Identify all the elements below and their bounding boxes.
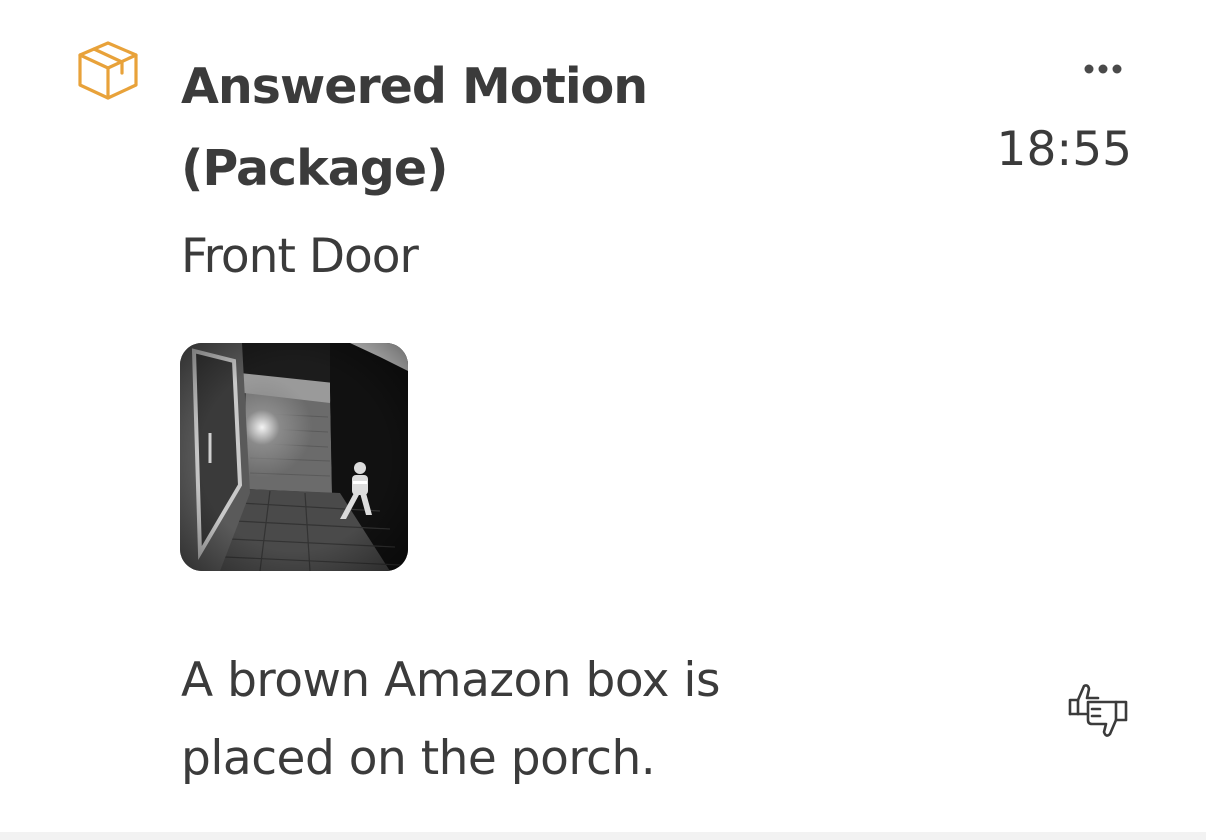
event-title: Answered Motion (Package) — [181, 58, 648, 197]
package-box-icon — [76, 40, 140, 102]
more-horizontal-icon — [1084, 64, 1122, 74]
device-name: Front Door — [181, 229, 419, 284]
event-thumbnail[interactable] — [180, 343, 408, 571]
divider — [0, 832, 1206, 840]
thumbs-up-down-icon — [1068, 684, 1128, 737]
feedback-button[interactable] — [1064, 680, 1132, 744]
more-options-button[interactable] — [1078, 54, 1128, 84]
event-time: 18:55 — [996, 122, 1132, 177]
event-description: A brown Amazon box is placed on the porc… — [181, 653, 720, 786]
event-card[interactable]: Answered Motion (Package) 18:55 Front Do… — [0, 0, 1206, 840]
